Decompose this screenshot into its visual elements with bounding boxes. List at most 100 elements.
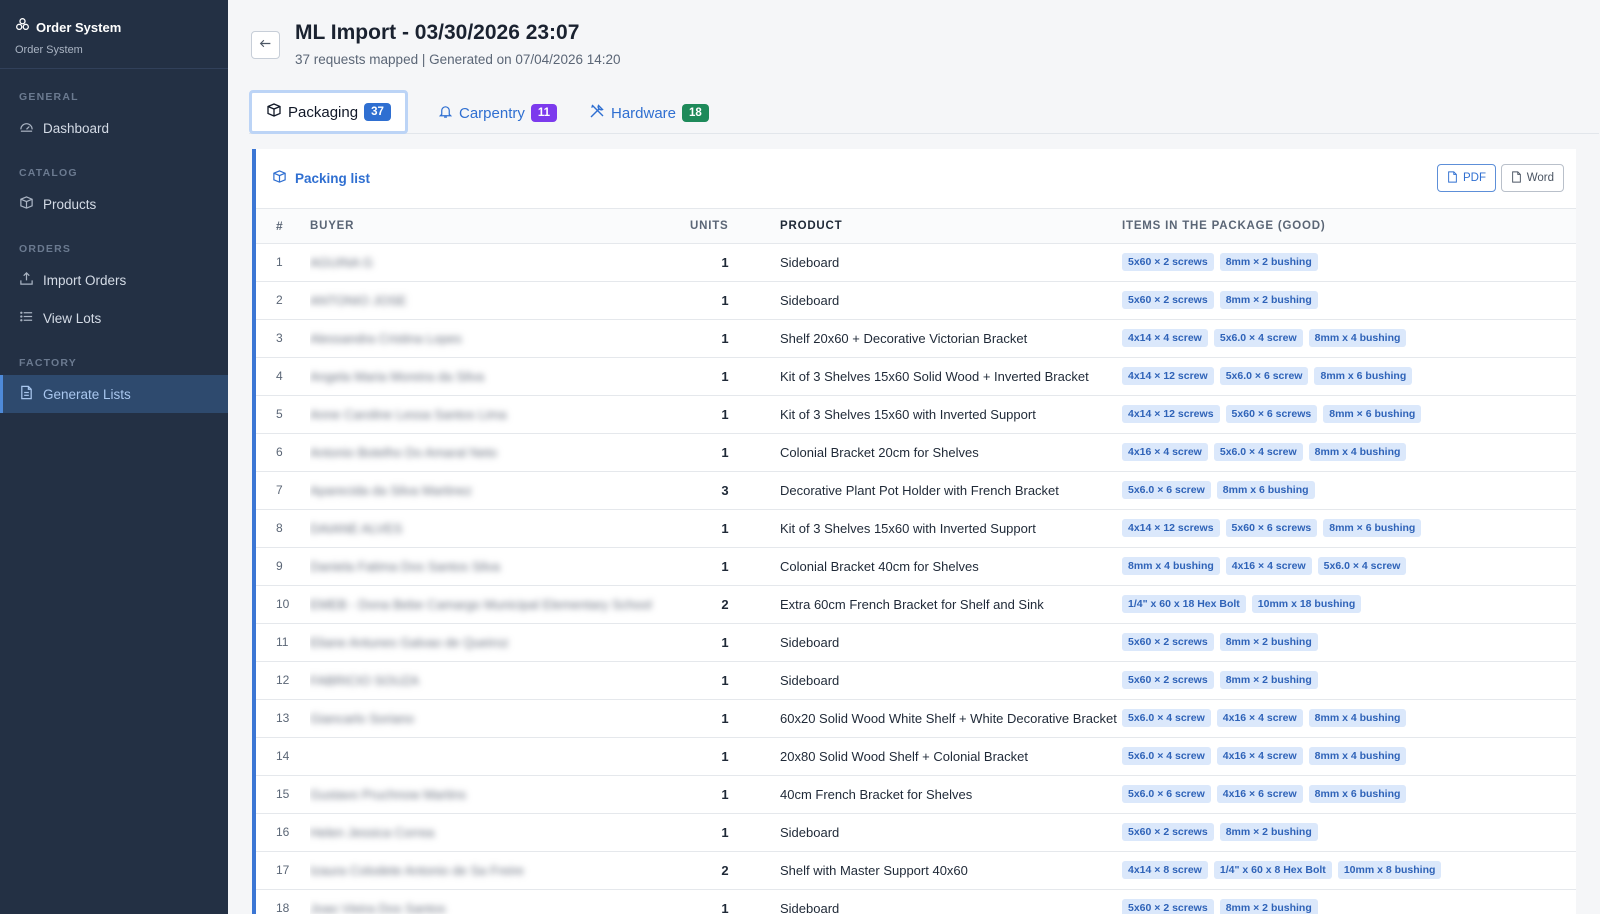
units-cell: 1 bbox=[690, 623, 760, 662]
item-chip: 4x14 × 4 screw bbox=[1122, 329, 1208, 347]
buyer-cell: ANTONIO JOSE bbox=[310, 281, 690, 320]
item-chip: 5x60 × 2 screws bbox=[1122, 671, 1214, 689]
product-cell: 20x80 Solid Wood Shelf + Colonial Bracke… bbox=[760, 737, 1118, 776]
table-row[interactable]: 15 Gustavo Pruchnow Martins 1 40cm French B… bbox=[256, 775, 1576, 814]
item-chip: 8mm × 2 bushing bbox=[1219, 253, 1318, 271]
buyer-cell: Izaura Colodete Antonio de Sa Freire bbox=[310, 851, 690, 890]
nav-section-orders: ORDERS bbox=[19, 243, 72, 255]
upload-icon bbox=[19, 271, 34, 289]
units-cell: 1 bbox=[690, 319, 760, 358]
table-row[interactable]: 4 Angela Maria Moreira da Silva 1 Kit of 3 … bbox=[256, 357, 1576, 396]
buyer-cell: EMEB - Dona Bebe Camargo Municipal Eleme… bbox=[310, 585, 690, 624]
table-row[interactable]: 5 Anne Caroline Lessa Santos Lima 1 Kit of … bbox=[256, 395, 1576, 434]
buyer-cell bbox=[310, 737, 690, 776]
item-chip: 8mm x 4 bushing bbox=[1308, 443, 1407, 461]
column-header-units: UNITS bbox=[690, 209, 760, 244]
sidebar-item-label: Products bbox=[43, 196, 97, 212]
units-cell: 1 bbox=[690, 281, 760, 320]
buyer-name-redacted: Antonio Botelho Do Amaral Neto bbox=[310, 444, 498, 460]
buyer-name-redacted: Daniela Fatima Dos Santos Silva bbox=[310, 558, 501, 574]
page-subtitle: 37 requests mapped | Generated on 07/04/… bbox=[295, 52, 621, 67]
item-chip: 5x6.0 × 4 screw bbox=[1122, 709, 1211, 727]
export-pdf-button[interactable]: PDF bbox=[1437, 164, 1496, 192]
table-row[interactable]: 1 AGUINA G 1 Sideboard 5x60 × 2 screws 8mm × … bbox=[256, 243, 1576, 282]
item-chip: 8mm × 2 bushing bbox=[1219, 291, 1318, 309]
tab-carpentry[interactable]: Carpentry 11 bbox=[424, 92, 571, 134]
back-button[interactable] bbox=[251, 31, 280, 59]
box-icon bbox=[266, 102, 282, 122]
product-cell: Kit of 3 Shelves 15x60 with Inverted Sup… bbox=[760, 395, 1118, 434]
sidebar-item-import-orders[interactable]: Import Orders bbox=[0, 261, 228, 299]
table-row[interactable]: 13 Giancarlo Soriano 1 60x20 Solid Wood Whi… bbox=[256, 699, 1576, 738]
product-cell: Sideboard bbox=[760, 889, 1118, 914]
item-chip: 8mm x 6 bushing bbox=[1308, 785, 1407, 803]
file-icon bbox=[1511, 170, 1522, 186]
sidebar-item-view-lots[interactable]: View Lots bbox=[0, 299, 228, 337]
sidebar-item-products[interactable]: Products bbox=[0, 185, 228, 223]
tab-label: Packaging bbox=[288, 103, 359, 121]
table-row[interactable]: 9 Daniela Fatima Dos Santos Silva 1 Colonia… bbox=[256, 547, 1576, 586]
table-row[interactable]: 18 Joao Vieira Dos Santos 1 Sideboard 5x60 ×… bbox=[256, 889, 1576, 914]
item-chip: 5x6.0 × 4 screw bbox=[1213, 443, 1303, 461]
export-word-button[interactable]: Word bbox=[1500, 164, 1564, 192]
buyer-name-redacted: Anne Caroline Lessa Santos Lima bbox=[310, 406, 507, 422]
table-row[interactable]: 10 EMEB - Dona Bebe Camargo Municipal Ele… bbox=[256, 585, 1576, 624]
table-row[interactable]: 7 Aparecida da Silva Martinez 3 Decorative … bbox=[256, 471, 1576, 510]
item-chip: 4x16 × 6 screw bbox=[1216, 785, 1303, 803]
nav-section-general: GENERAL bbox=[19, 91, 79, 103]
table-row[interactable]: 14 1 20x80 Solid Wood Shelf + Colonial Bra… bbox=[256, 737, 1576, 776]
table-row[interactable]: 17 Izaura Colodete Antonio de Sa Freire 2 S… bbox=[256, 851, 1576, 890]
table-row[interactable]: 8 DAIANE ALVES 1 Kit of 3 Shelves 15x60 wit… bbox=[256, 509, 1576, 548]
buyer-cell: DAIANE ALVES bbox=[310, 509, 690, 548]
item-chip: 8mm × 6 bushing bbox=[1323, 405, 1422, 423]
product-cell: Sideboard bbox=[760, 281, 1118, 320]
tab-label: Carpentry bbox=[459, 104, 525, 122]
product-cell: Shelf with Master Support 40x60 bbox=[760, 851, 1118, 890]
package-items-cell: 1/4" x 60 x 18 Hex Bolt 10mm x 18 bushing bbox=[1118, 585, 1576, 624]
sidebar-item-label: Import Orders bbox=[43, 272, 127, 288]
table-row[interactable]: 12 FABRICIO SOUZA 1 Sideboard 5x60 × 2 screw… bbox=[256, 661, 1576, 700]
product-cell: Sideboard bbox=[760, 243, 1118, 282]
row-number: 13 bbox=[256, 699, 310, 738]
export-pdf-label: PDF bbox=[1463, 172, 1486, 184]
row-number: 17 bbox=[256, 851, 310, 890]
tab-packaging[interactable]: Packaging 37 bbox=[249, 90, 408, 134]
column-header-buyer: BUYER bbox=[310, 209, 690, 244]
product-cell: Shelf 20x60 + Decorative Victorian Brack… bbox=[760, 319, 1118, 358]
units-cell: 1 bbox=[690, 661, 760, 700]
nav-section-catalog: CATALOG bbox=[19, 167, 78, 179]
export-word-label: Word bbox=[1526, 172, 1554, 184]
main-content: ML Import - 03/30/2026 23:07 37 requests… bbox=[228, 0, 1600, 914]
document-icon bbox=[19, 385, 34, 403]
sidebar-item-generate-lists[interactable]: Generate Lists bbox=[0, 375, 228, 413]
item-chip: 4x16 × 4 screw bbox=[1122, 443, 1208, 461]
sidebar-item-dashboard[interactable]: Dashboard bbox=[0, 109, 228, 147]
table-row[interactable]: 3 Alessandra Cristina Lopes 1 Shelf 20x60 +… bbox=[256, 319, 1576, 358]
product-cell: Colonial Bracket 40cm for Shelves bbox=[760, 547, 1118, 586]
item-chip: 8mm × 2 bushing bbox=[1219, 823, 1318, 841]
table-row[interactable]: 2 ANTONIO JOSE 1 Sideboard 5x60 × 2 screws 8m… bbox=[256, 281, 1576, 320]
row-number: 3 bbox=[256, 319, 310, 358]
item-chip: 8mm × 2 bushing bbox=[1219, 899, 1318, 914]
units-cell: 2 bbox=[690, 585, 760, 624]
row-number: 18 bbox=[256, 889, 310, 914]
item-chip: 4x16 × 4 screw bbox=[1216, 747, 1303, 765]
row-number: 5 bbox=[256, 395, 310, 434]
gauge-icon bbox=[19, 119, 34, 137]
package-items-cell: 5x60 × 2 screws 8mm × 2 bushing bbox=[1118, 661, 1576, 700]
box-icon bbox=[19, 195, 34, 213]
table-row[interactable]: 11 Eliane Antunes Galvao de Queiroz 1 Sideb… bbox=[256, 623, 1576, 662]
package-items-cell: 5x60 × 2 screws 8mm × 2 bushing bbox=[1118, 889, 1576, 914]
units-cell: 1 bbox=[690, 357, 760, 396]
tab-count-badge: 18 bbox=[682, 104, 709, 122]
table-row[interactable]: 16 Helen Jessica Correa 1 Sideboard 5x60 × 2… bbox=[256, 813, 1576, 852]
table-row[interactable]: 6 Antonio Botelho Do Amaral Neto 1 Colonial… bbox=[256, 433, 1576, 472]
product-cell: Kit of 3 Shelves 15x60 with Inverted Sup… bbox=[760, 509, 1118, 548]
buyer-cell: Angela Maria Moreira da Silva bbox=[310, 357, 690, 396]
item-chip: 4x14 × 12 screws bbox=[1122, 405, 1220, 423]
tab-hardware[interactable]: Hardware 18 bbox=[575, 92, 723, 134]
product-cell: Sideboard bbox=[760, 813, 1118, 852]
item-chip: 5x6.0 × 6 screw bbox=[1122, 481, 1211, 499]
row-number: 15 bbox=[256, 775, 310, 814]
units-cell: 1 bbox=[690, 395, 760, 434]
